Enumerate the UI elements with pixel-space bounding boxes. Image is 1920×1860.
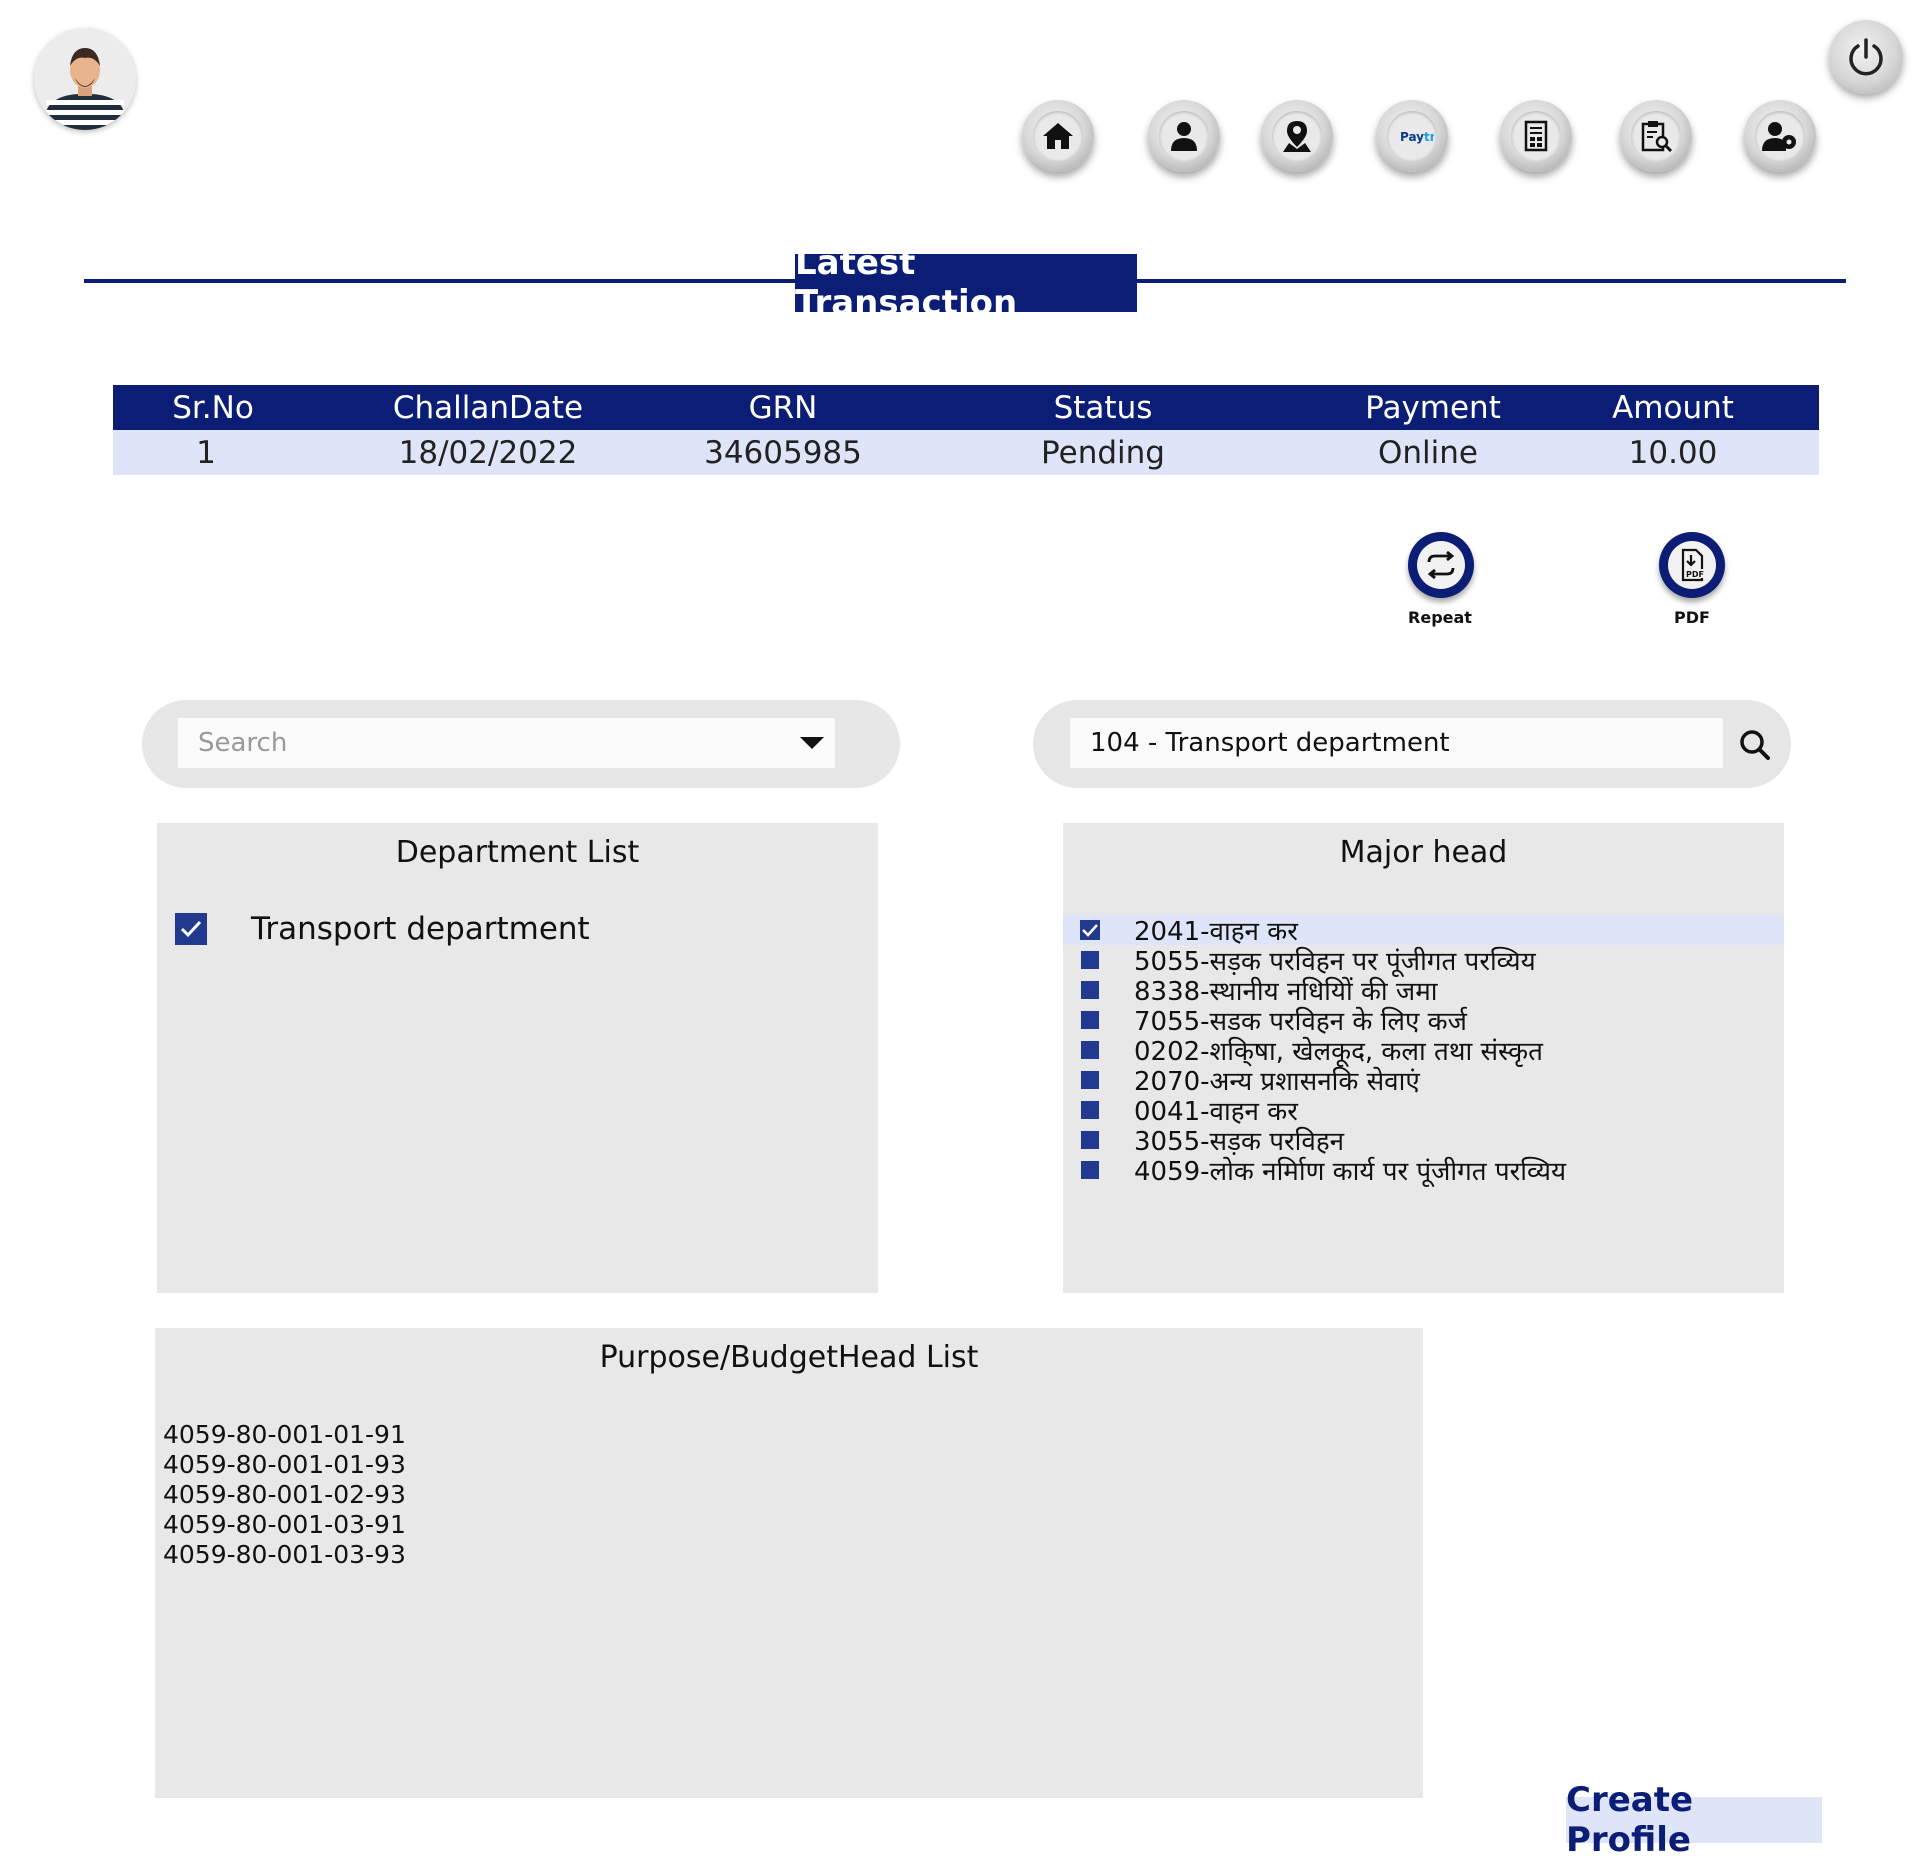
map-pin-icon: [1283, 121, 1311, 152]
major-head-label: 4059-लोक नर्मिाण कार्य पर पूंजीगत परव्यि…: [1134, 1157, 1567, 1187]
checkbox-icon[interactable]: [1081, 1071, 1099, 1089]
checkbox-icon[interactable]: [1081, 1131, 1099, 1149]
checkbox-icon[interactable]: [1081, 981, 1099, 999]
checkbox-icon[interactable]: [1081, 1161, 1099, 1179]
col-sr-no: Sr.No: [172, 389, 254, 426]
clipboard-search-icon: [1641, 121, 1673, 153]
chevron-down-icon[interactable]: [799, 736, 825, 750]
department-item-label: Transport department: [251, 911, 590, 947]
checkbox-checked-icon[interactable]: [175, 913, 207, 945]
checkbox-icon[interactable]: [1081, 1101, 1099, 1119]
list-item[interactable]: 4059-लोक नर्मिाण कार्य पर पूंजीगत परव्यि…: [1063, 1155, 1567, 1187]
svg-text:Pay: Pay: [1400, 130, 1424, 144]
list-item[interactable]: Transport department: [175, 911, 590, 947]
repeat-label: Repeat: [1408, 608, 1472, 627]
nav-profile-button[interactable]: [1148, 100, 1220, 172]
avatar-icon: [34, 28, 136, 130]
page-title: Latest Transaction: [795, 243, 1137, 323]
list-item[interactable]: 0202-शकि्षा, खेलकूद, कला तथा संस्कृत: [1063, 1035, 1543, 1067]
list-item[interactable]: 5055-सड़क परविहन पर पूंजीगत परव्यिय: [1063, 945, 1536, 977]
svg-text:tm: tm: [1424, 130, 1434, 144]
major-head-title: Major head: [1339, 835, 1508, 870]
list-item[interactable]: 3055-सड़क परविहन: [1063, 1125, 1344, 1157]
col-challan-date: ChallanDate: [392, 389, 584, 426]
cell-amount: 10.00: [1628, 434, 1718, 471]
pdf-button[interactable]: PDF: [1659, 532, 1725, 598]
nav-user-settings-button[interactable]: [1744, 100, 1816, 172]
checkbox-icon[interactable]: [1081, 1011, 1099, 1029]
create-profile-button[interactable]: Create Profile: [1566, 1780, 1822, 1860]
budget-head-panel: Purpose/BudgetHead List 4059-80-001-01-9…: [155, 1328, 1423, 1798]
list-item[interactable]: 4059-80-001-01-91: [163, 1420, 406, 1449]
repeat-button[interactable]: [1408, 532, 1474, 598]
pdf-label: PDF: [1674, 608, 1710, 627]
list-item[interactable]: 7055-सडक परविहन के लिए कर्ज: [1063, 1005, 1467, 1037]
list-item[interactable]: 2041-वाहन कर: [1063, 915, 1298, 947]
list-item[interactable]: 2070-अन्य प्रशासनकि सेवाएं: [1063, 1065, 1420, 1097]
home-icon: [1043, 123, 1073, 149]
paytm-icon: Pay tm: [1400, 130, 1434, 144]
cell-status: Pending: [1041, 434, 1165, 471]
department-search-input[interactable]: 104 - Transport department: [1070, 718, 1723, 768]
pdf-icon: PDF: [1681, 548, 1705, 582]
transactions-table-header: Sr.No ChallanDate GRN Status Payment Amo…: [113, 385, 1819, 430]
major-head-panel: Major head 2041-वाहन कर 5055-सड़क परविहन…: [1063, 823, 1784, 1293]
nav-location-button[interactable]: [1261, 100, 1333, 172]
checkbox-icon[interactable]: [1081, 1041, 1099, 1059]
cell-grn: 34605985: [704, 434, 862, 471]
cell-payment: Online: [1378, 434, 1478, 471]
nav-receipt-button[interactable]: [1500, 100, 1572, 172]
list-item[interactable]: 4059-80-001-01-93: [163, 1450, 406, 1479]
nav-home-button[interactable]: [1022, 100, 1094, 172]
department-search-value: 104 - Transport department: [1090, 728, 1450, 758]
col-payment: Payment: [1365, 389, 1501, 426]
search-dropdown[interactable]: Search: [178, 718, 835, 768]
search-placeholder: Search: [198, 728, 288, 758]
list-item[interactable]: 4059-80-001-03-91: [163, 1510, 406, 1539]
user-icon: [1171, 122, 1197, 151]
repeat-icon: [1427, 550, 1455, 580]
nav-search-records-button[interactable]: [1620, 100, 1692, 172]
receipt-icon: [1524, 120, 1548, 152]
search-icon: [1740, 730, 1770, 760]
svg-text:PDF: PDF: [1686, 570, 1704, 579]
power-icon: [1849, 38, 1883, 76]
list-item[interactable]: 8338-स्थानीय नधियिों की जमा: [1063, 975, 1438, 1007]
list-item[interactable]: 0041-वाहन कर: [1063, 1095, 1298, 1127]
cell-challan-date: 18/02/2022: [398, 434, 578, 471]
nav-paytm-button[interactable]: Pay tm: [1376, 100, 1448, 172]
table-row[interactable]: 1 18/02/2022 34605985 Pending Online 10.…: [113, 430, 1819, 475]
checkbox-icon[interactable]: [1081, 951, 1099, 969]
user-avatar[interactable]: [34, 28, 136, 130]
department-list-panel: Department List Transport department: [157, 823, 878, 1293]
budget-head-title: Purpose/BudgetHead List: [599, 1340, 979, 1375]
power-button[interactable]: [1829, 20, 1903, 94]
col-amount: Amount: [1612, 389, 1734, 426]
search-button[interactable]: [1738, 728, 1772, 766]
col-grn: GRN: [748, 389, 818, 426]
col-status: Status: [1053, 389, 1153, 426]
cell-sr-no: 1: [196, 434, 216, 471]
checkbox-checked-icon[interactable]: [1080, 920, 1100, 940]
user-settings-icon: [1762, 122, 1796, 151]
department-list-title: Department List: [395, 835, 640, 870]
list-item[interactable]: 4059-80-001-02-93: [163, 1480, 406, 1509]
list-item[interactable]: 4059-80-001-03-93: [163, 1540, 406, 1569]
